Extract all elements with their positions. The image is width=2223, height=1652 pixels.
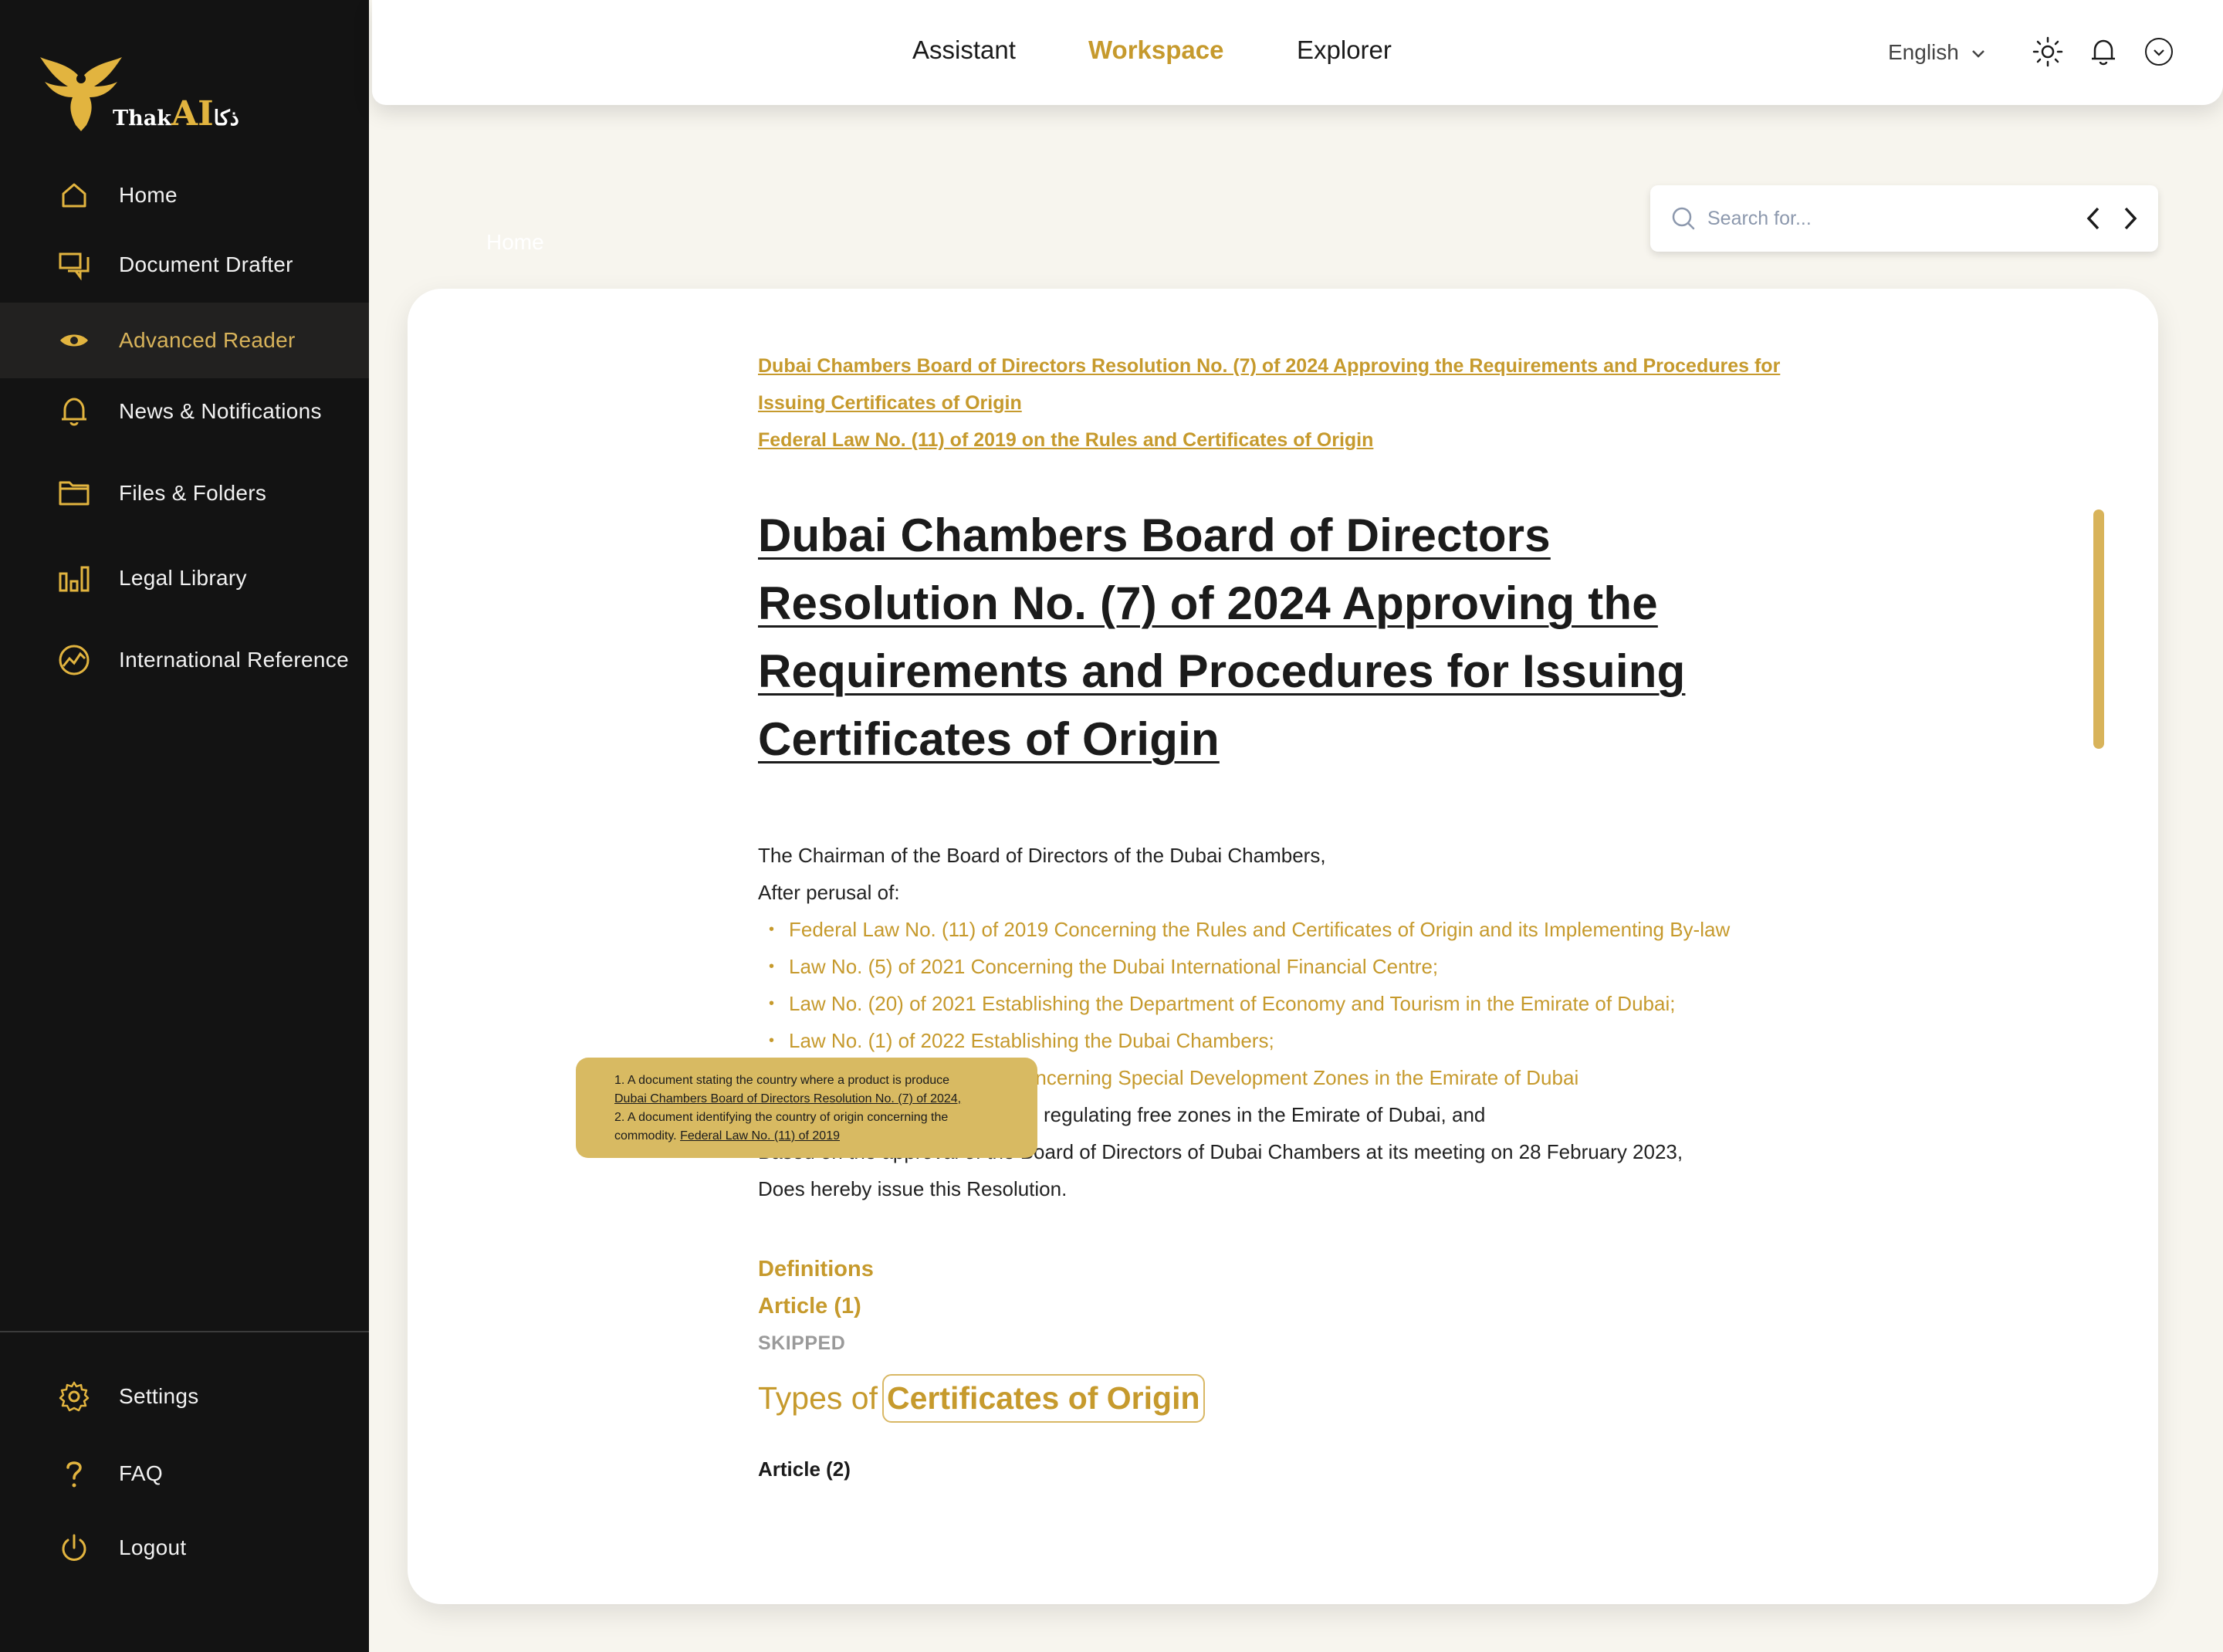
sidebar-item-label: Advanced Reader	[119, 328, 296, 352]
sun-icon[interactable]	[2032, 36, 2064, 68]
sidebar-item-label: Files & Folders	[119, 481, 267, 505]
sidebar-item-label: News & Notifications	[119, 399, 322, 423]
tab-workspace[interactable]: Workspace	[1088, 36, 1223, 65]
gear-icon	[59, 1381, 90, 1412]
skipped-label: SKIPPED	[758, 1332, 846, 1354]
sidebar-item-label: Settings	[119, 1384, 199, 1408]
chevron-left-icon[interactable]	[2083, 205, 2106, 232]
phoenix-logo-icon	[40, 57, 122, 131]
language-selector[interactable]: English	[1888, 40, 1985, 65]
library-icon	[59, 566, 90, 592]
search-bar	[1650, 185, 2158, 252]
logo-text: ThakAIذكا	[113, 94, 239, 134]
sidebar-item-label: Legal Library	[119, 566, 247, 590]
document-content: Dubai Chambers Board of Directors Resolu…	[758, 347, 1785, 1481]
intro-text: The Chairman of the Board of Directors o…	[758, 844, 1326, 867]
intro-text: After perusal of:	[758, 881, 900, 904]
definition-tooltip: 1. A document stating the country where …	[576, 1058, 1037, 1158]
highlighted-term[interactable]: Certificates of Origin	[881, 1374, 1205, 1423]
topbar: Assistant Workspace Explorer English	[372, 0, 2223, 105]
article-heading[interactable]: Article (1)	[758, 1288, 1785, 1325]
ref-link-resolution[interactable]: Dubai Chambers Board of Directors Resolu…	[758, 347, 1785, 421]
types-heading: Types of Certificates of Origin	[758, 1374, 1785, 1440]
search-input[interactable]	[1706, 201, 2049, 236]
list-item[interactable]: Law No. (20) of 2021 Establishing the De…	[769, 985, 1785, 1022]
list-item[interactable]: Law No. (5) of 2021 Concerning the Dubai…	[769, 948, 1785, 985]
sidebar-item-files-folders[interactable]: Files & Folders	[0, 455, 369, 531]
sidebar-item-label: International Reference	[119, 648, 349, 672]
tooltip-line: 1. A document stating the country where …	[614, 1074, 950, 1087]
search-icon	[1672, 207, 1695, 230]
tab-assistant[interactable]: Assistant	[912, 36, 1016, 65]
sidebar-item-news-notifications[interactable]: News & Notifications	[0, 374, 369, 449]
sidebar-item-label: Home	[119, 183, 178, 207]
profile-menu-icon[interactable]	[2143, 36, 2175, 68]
sidebar-item-document-drafter[interactable]: Document Drafter	[0, 227, 369, 303]
home-icon	[62, 183, 86, 208]
chat-icon	[59, 252, 90, 281]
sidebar: ThakAIذكا Home Document Drafter Advanced…	[0, 0, 369, 1652]
sidebar-item-advanced-reader[interactable]: Advanced Reader	[0, 303, 369, 378]
chevron-down-icon	[1971, 49, 1984, 58]
bell-icon	[62, 398, 86, 426]
logo[interactable]: ThakAIذكا	[39, 56, 239, 140]
ref-link-federal-law[interactable]: Federal Law No. (11) of 2019 on the Rule…	[758, 421, 1785, 459]
breadcrumb[interactable]: Home	[486, 230, 544, 255]
tooltip-link[interactable]: Dubai Chambers Board of Directors Resolu…	[614, 1090, 1037, 1109]
power-icon	[62, 1534, 86, 1561]
tooltip-line: 2. A document identifying the country of…	[614, 1111, 949, 1124]
section-heading[interactable]: Definitions	[758, 1251, 1785, 1288]
sidebar-divider	[0, 1331, 369, 1332]
list-item[interactable]: Federal Law No. (11) of 2019 Concerning …	[769, 911, 1785, 948]
sidebar-item-settings[interactable]: Settings	[0, 1359, 369, 1434]
language-label: English	[1888, 40, 1959, 64]
globe-icon	[59, 645, 90, 675]
sidebar-item-logout[interactable]: Logout	[0, 1510, 369, 1586]
document-card: Dubai Chambers Board of Directors Resolu…	[408, 289, 2158, 1604]
bell-icon[interactable]	[2087, 36, 2120, 68]
article-heading[interactable]: Article (2)	[758, 1457, 1785, 1481]
sidebar-item-label: Document Drafter	[119, 252, 293, 276]
list-item[interactable]: Law No. (1) of 2022 Establishing the Dub…	[769, 1022, 1785, 1059]
body-text: Does hereby issue this Resolution.	[758, 1177, 1068, 1200]
eye-icon	[60, 334, 88, 347]
tab-explorer[interactable]: Explorer	[1297, 36, 1392, 65]
sidebar-item-label: FAQ	[119, 1461, 163, 1485]
folder-icon	[59, 481, 90, 506]
sidebar-item-home[interactable]: Home	[0, 157, 369, 233]
sidebar-item-legal-library[interactable]: Legal Library	[0, 540, 369, 616]
sidebar-item-international-reference[interactable]: International Reference	[0, 622, 369, 698]
document-title: Dubai Chambers Board of Directors Resolu…	[758, 509, 1686, 765]
scrollbar[interactable]	[2093, 509, 2104, 749]
sidebar-item-faq[interactable]: FAQ	[0, 1436, 369, 1512]
chevron-right-icon[interactable]	[2118, 205, 2141, 232]
sidebar-item-label: Logout	[119, 1535, 187, 1559]
question-icon	[66, 1461, 82, 1488]
tooltip-line: commodity.	[614, 1129, 677, 1143]
tooltip-link[interactable]: Federal Law No. (11) of 2019	[680, 1129, 840, 1143]
types-prefix: Types of	[758, 1380, 878, 1416]
